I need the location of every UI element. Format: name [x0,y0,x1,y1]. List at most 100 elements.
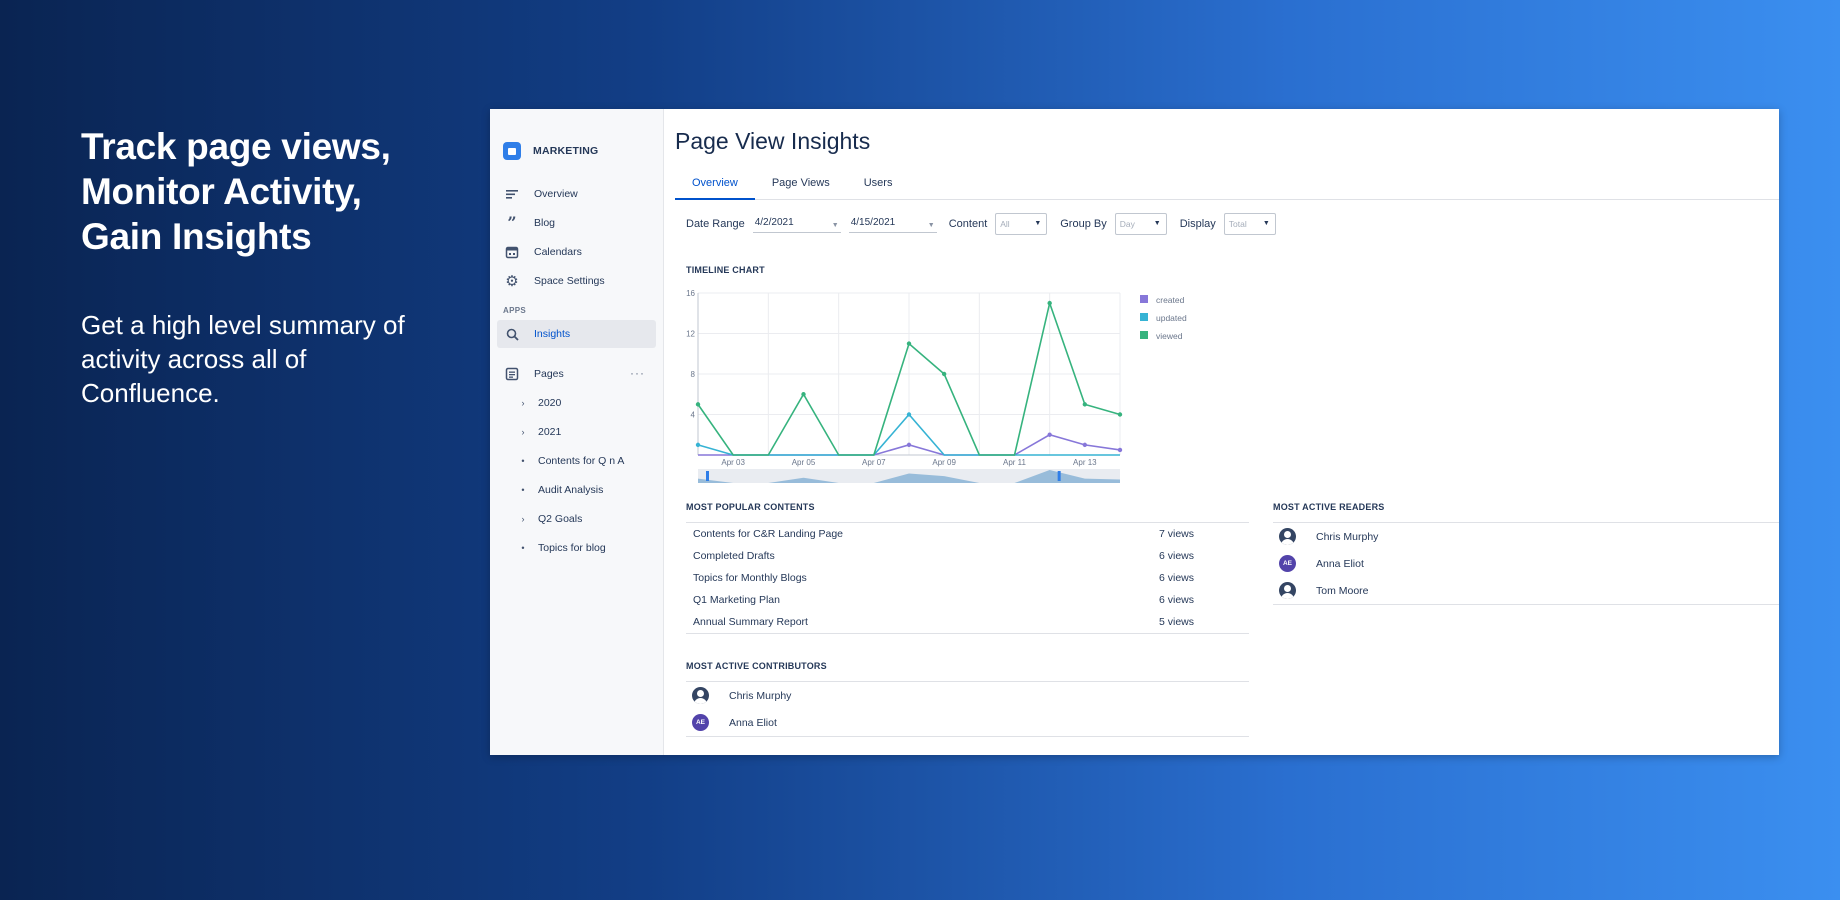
content-views: 7 views [1159,528,1195,540]
timeline-chart: 4 8 12 16 Apr 03 Apr 05 Apr 07 Apr 09 Apr 11 Apr … [686,289,1187,483]
content-views: 6 views [1159,594,1195,606]
apps-section-label: APPS [503,306,526,315]
list-item[interactable]: AE Anna Eliot [686,709,1249,736]
sidebar-item-label: Blog [534,216,556,229]
y-tick-label: 12 [686,330,695,339]
avatar [692,687,709,704]
chevron-down-icon: ▼ [927,222,935,229]
bullet-icon: • [521,484,525,495]
data-point-viewed [1082,402,1088,407]
hero-title-line: Monitor Activity, [81,171,362,212]
space-logo-icon [503,142,521,160]
page-tree-item-2020[interactable]: › 2020 [490,388,663,417]
timeline-chart-heading: TIMELINE CHART [686,265,765,275]
sidebar-item-label: Overview [534,187,578,200]
sidebar-item-label: Space Settings [534,274,605,287]
data-point-viewed [1117,412,1123,417]
content-views: 6 views [1159,550,1195,562]
lines-icon [504,186,520,202]
page-tree-label: Contents for Q n A [538,454,625,467]
x-tick-label: Apr 05 [792,458,816,467]
data-point-viewed [941,371,947,377]
table-row[interactable]: Topics for Monthly Blogs 6 views [686,567,1249,589]
page-tree-label: 2020 [538,396,562,409]
user-name[interactable]: Tom Moore [1316,585,1369,597]
date-from-picker[interactable]: 4/2/2021 ▼ [752,215,841,233]
content-select-value: All [1000,219,1010,229]
space-header[interactable]: MARKETING [490,140,663,162]
popular-contents-table: Contents for C&R Landing Page 7 views Co… [686,522,1249,634]
hero-title-line: Track page views, [81,126,391,167]
content-name[interactable]: Completed Drafts [693,550,1159,562]
sidebar-item-overview[interactable]: Overview [490,179,663,208]
tab-users[interactable]: Users [847,174,910,200]
avatar [1279,528,1296,545]
chevron-down-icon: ▼ [1153,220,1161,227]
display-label: Display [1179,218,1216,230]
content-label: Content [948,218,988,230]
user-name[interactable]: Anna Eliot [1316,558,1364,570]
readers-heading: MOST ACTIVE READERS [1273,502,1385,512]
user-name[interactable]: Anna Eliot [729,717,777,729]
user-name[interactable]: Chris Murphy [729,690,791,702]
avatar: AE [1279,555,1296,572]
page-tree-label: 2021 [538,425,562,438]
range-handle-right [1057,471,1061,481]
date-to-picker[interactable]: 4/15/2021 ▼ [848,215,937,233]
chevron-right-icon[interactable]: › [518,427,528,437]
data-point-viewed [801,392,806,397]
list-item[interactable]: AE Anna Eliot [1273,550,1779,577]
content-select[interactable]: All ▼ [995,213,1048,235]
sidebar-item-space-settings[interactable]: ⚙ Space Settings [490,266,663,295]
list-item[interactable]: Tom Moore [1273,577,1779,604]
page-tree-item-audit-analysis[interactable]: • Audit Analysis [490,475,663,504]
group-by-select[interactable]: Day ▼ [1114,213,1167,235]
x-tick-label: Apr 09 [932,458,956,467]
content-name[interactable]: Contents for C&R Landing Page [693,528,1159,540]
sidebar: MARKETING Overview ” Blog Calendars ⚙ Sp… [490,109,664,755]
app-window: MARKETING Overview ” Blog Calendars ⚙ Sp… [490,109,1779,755]
legend-label-created: created [1156,295,1185,305]
display-select[interactable]: Total ▼ [1223,213,1276,235]
sidebar-item-blog[interactable]: ” Blog [490,208,663,237]
search-icon [504,326,520,342]
page-tree-label: Topics for blog [538,541,606,554]
tab-page-views[interactable]: Page Views [755,174,847,200]
legend-swatch-created [1140,295,1148,303]
table-row[interactable]: Completed Drafts 6 views [686,545,1249,567]
page-tree-item-contents-qna[interactable]: • Contents for Q n A [490,446,663,475]
popular-contents-heading: MOST POPULAR CONTENTS [686,502,815,512]
data-point-created [1082,442,1088,448]
hero-title: Track page views, Monitor Activity, Gain… [81,124,441,259]
chevron-down-icon: ▼ [1034,220,1042,227]
content-views: 5 views [1159,616,1195,628]
chevron-right-icon[interactable]: › [518,398,528,408]
list-item[interactable]: Chris Murphy [686,682,1249,709]
sidebar-item-calendars[interactable]: Calendars [490,237,663,266]
content-name[interactable]: Topics for Monthly Blogs [693,572,1159,584]
content-name[interactable]: Annual Summary Report [693,616,1159,628]
content-name[interactable]: Q1 Marketing Plan [693,594,1159,606]
sidebar-item-pages[interactable]: Pages ··· [490,359,663,388]
quote-icon: ” [507,213,517,232]
tab-overview[interactable]: Overview [675,174,755,200]
page-tree-item-q2-goals[interactable]: › Q2 Goals [490,504,663,533]
table-row[interactable]: Contents for C&R Landing Page 7 views [686,523,1249,545]
sidebar-item-label: Insights [534,328,571,340]
page-tree-item-topics-blog[interactable]: • Topics for blog [490,533,663,562]
more-actions-icon[interactable]: ··· [630,366,645,380]
table-row[interactable]: Annual Summary Report 5 views [686,611,1249,633]
table-row[interactable]: Q1 Marketing Plan 6 views [686,589,1249,611]
bullet-icon: • [521,455,525,466]
x-tick-label: Apr 07 [862,458,886,467]
user-name[interactable]: Chris Murphy [1316,531,1378,543]
legend-swatch-updated [1140,313,1148,321]
x-tick-label: Apr 11 [1003,458,1027,467]
range-handle-left [706,471,709,481]
sidebar-item-insights[interactable]: Insights [497,320,656,348]
group-by-label: Group By [1060,218,1107,230]
chevron-right-icon[interactable]: › [518,514,528,524]
list-item[interactable]: Chris Murphy [1273,523,1779,550]
page-tree-item-2021[interactable]: › 2021 [490,417,663,446]
data-point-created [906,442,912,448]
